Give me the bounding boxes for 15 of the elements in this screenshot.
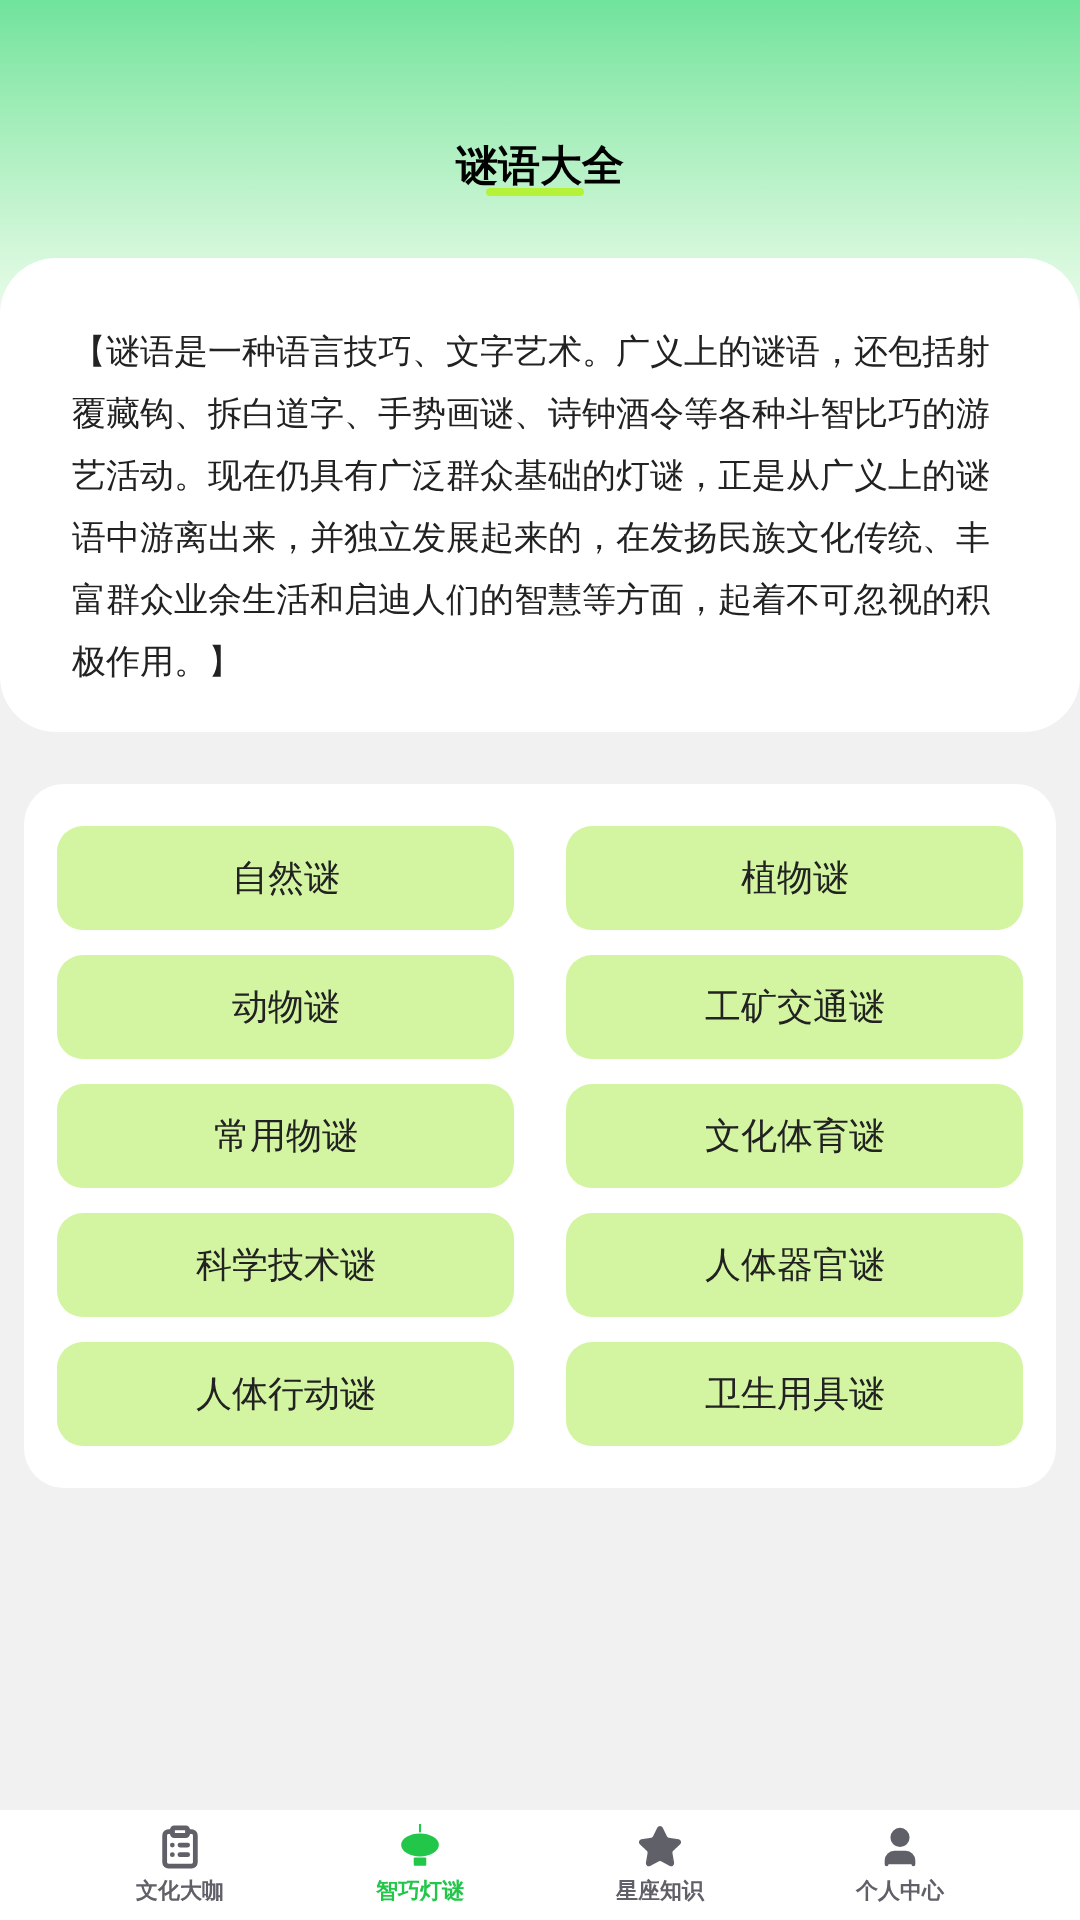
category-button[interactable]: 卫生用具谜: [566, 1342, 1023, 1446]
category-button[interactable]: 常用物谜: [57, 1084, 514, 1188]
tab-item[interactable]: 个人中心: [780, 1810, 1020, 1920]
tab-item[interactable]: 文化大咖: [60, 1810, 300, 1920]
tab-item[interactable]: 星座知识: [540, 1810, 780, 1920]
category-button[interactable]: 科学技术谜: [57, 1213, 514, 1317]
category-button[interactable]: 文化体育谜: [566, 1084, 1023, 1188]
category-button[interactable]: 植物谜: [566, 826, 1023, 930]
category-button[interactable]: 人体行动谜: [57, 1342, 514, 1446]
category-button[interactable]: 自然谜: [57, 826, 514, 930]
category-button[interactable]: 动物谜: [57, 955, 514, 1059]
page-title: 谜语大全: [456, 145, 624, 187]
intro-text: 【谜语是一种语言技巧、文字艺术。广义上的谜语，还包括射覆藏钩、拆白道字、手势画谜、诗钟酒令等各种斗智比巧的游艺活动。现在仍具有广泛群众基础的灯谜，正是从广义上的谜语中游离出来，并独立发展起来的，在发扬民族文化传统、丰富群众业余生活和启迪人们的智慧等方面，起着不可忽视的积极作用。】: [72, 330, 991, 683]
category-button[interactable]: 人体器官谜: [566, 1213, 1023, 1317]
category-button[interactable]: 工矿交通谜: [566, 955, 1023, 1059]
